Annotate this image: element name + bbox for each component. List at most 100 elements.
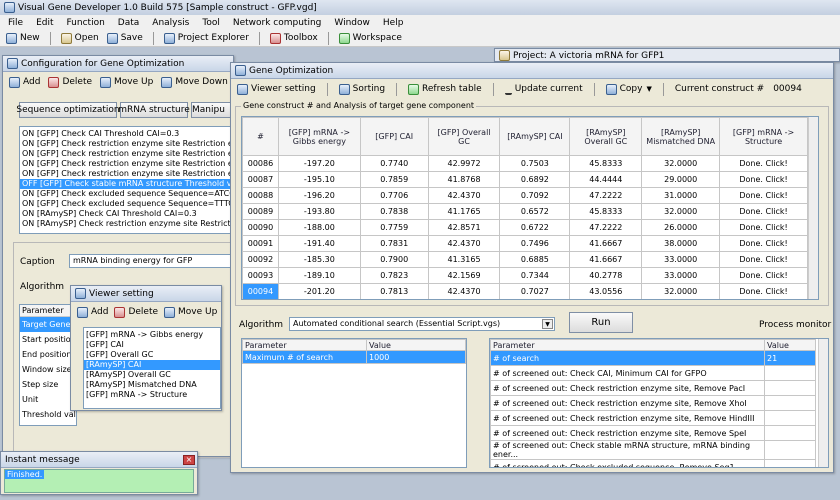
table-cell[interactable]: 42.8571 bbox=[427, 219, 501, 236]
table-cell[interactable]: Done. Click! bbox=[719, 235, 808, 252]
table-cell[interactable]: 0.7027 bbox=[499, 283, 571, 299]
param-row[interactable]: Unit bbox=[20, 392, 76, 407]
menu-tool[interactable]: Tool bbox=[202, 18, 219, 28]
viewer-setting-button[interactable]: Viewer setting bbox=[237, 83, 316, 95]
table-cell[interactable]: 32.0000 bbox=[641, 283, 721, 299]
config-move-up-button[interactable]: Move Up bbox=[100, 76, 153, 88]
table-cell[interactable]: 45.8333 bbox=[569, 155, 643, 172]
construct-number-cell[interactable]: 00087 bbox=[242, 171, 279, 188]
menu-window[interactable]: Window bbox=[334, 18, 370, 28]
table-cell[interactable]: 41.1765 bbox=[427, 203, 501, 220]
construct-number-cell[interactable]: 00091 bbox=[242, 235, 279, 252]
table-cell[interactable]: 0.7496 bbox=[499, 235, 571, 252]
rule-item-selected[interactable]: OFF [GFP] Check stable mRNA structure Th… bbox=[20, 179, 234, 189]
table-cell[interactable]: Done. Click! bbox=[719, 219, 808, 236]
table-row[interactable]: # of screened out: Check CAI, Minimum CA… bbox=[490, 365, 816, 381]
table-row[interactable]: 00090 -188.00 0.7759 42.8571 0.6722 47.2222 26… bbox=[242, 219, 808, 236]
table-cell[interactable]: 43.0556 bbox=[569, 283, 643, 299]
construct-number-cell[interactable]: 00086 bbox=[242, 155, 279, 172]
menu-analysis[interactable]: Analysis bbox=[152, 18, 189, 28]
project-window[interactable]: Project: A victoria mRNA for GFP1 bbox=[494, 48, 840, 62]
param-row-selected[interactable]: Target Gene bbox=[20, 317, 76, 332]
menu-help[interactable]: Help bbox=[383, 18, 404, 28]
table-cell[interactable]: Done. Click! bbox=[719, 171, 808, 188]
table-cell[interactable]: 0.6885 bbox=[499, 251, 571, 268]
table-cell[interactable]: 44.4444 bbox=[569, 171, 643, 188]
menu-edit[interactable]: Edit bbox=[36, 18, 53, 28]
rule-item[interactable]: ON [GFP] Check restriction enzyme site R… bbox=[20, 159, 234, 169]
param-row[interactable]: Step size bbox=[20, 377, 76, 392]
table-cell[interactable]: -197.20 bbox=[277, 155, 361, 172]
param-row[interactable]: Start position bbox=[20, 332, 76, 347]
viewer-item[interactable]: [GFP] mRNA -> Structure bbox=[84, 390, 220, 400]
table-row[interactable]: 00087 -195.10 0.7859 41.8768 0.6892 44.4444 29… bbox=[242, 171, 808, 188]
table-row[interactable]: 00094 -201.20 0.7813 42.4370 0.7027 43.0556 32… bbox=[242, 283, 808, 299]
rule-item[interactable]: ON [GFP] Check restriction enzyme site R… bbox=[20, 169, 234, 179]
construct-number-cell[interactable]: 00089 bbox=[242, 203, 279, 220]
table-row[interactable]: 00089 -193.80 0.7838 41.1765 0.6572 45.8333 32… bbox=[242, 203, 808, 220]
table-row[interactable]: # of screened out: Check restriction enz… bbox=[490, 425, 816, 441]
rule-item[interactable]: ON [GFP] Check CAI Threshold CAI=0.3 bbox=[20, 129, 234, 139]
table-row[interactable]: # of screened out: Check restriction enz… bbox=[490, 410, 816, 426]
config-move-down-button[interactable]: Move Down bbox=[161, 76, 228, 88]
viewer-items-list[interactable]: [GFP] mRNA -> Gibbs energy [GFP] CAI [GF… bbox=[83, 327, 221, 409]
rule-item[interactable]: ON [RAmySP] Check restriction enzyme sit… bbox=[20, 219, 234, 229]
column-header[interactable]: [GFP] Overall GC bbox=[427, 117, 501, 156]
table-row[interactable]: # of search 21 bbox=[490, 350, 816, 366]
rule-item[interactable]: ON [RAmySP] Check CAI Threshold CAI=0.3 bbox=[20, 209, 234, 219]
column-header[interactable]: [RAmySP] Overall GC bbox=[569, 117, 643, 156]
menu-file[interactable]: File bbox=[8, 18, 23, 28]
column-header[interactable]: [GFP] mRNA -> Structure bbox=[719, 117, 808, 156]
refresh-table-button[interactable]: Refresh table bbox=[408, 83, 482, 95]
sorting-button[interactable]: Sorting bbox=[338, 83, 385, 95]
monitor-scrollbar[interactable] bbox=[818, 339, 828, 467]
table-cell[interactable]: -193.80 bbox=[277, 203, 361, 220]
rule-item[interactable]: ON [GFP] Check excluded sequence Sequenc… bbox=[20, 199, 234, 209]
menu-network[interactable]: Network computing bbox=[233, 18, 322, 28]
rule-item[interactable]: ON [GFP] Check excluded sequence Sequenc… bbox=[20, 189, 234, 199]
save-button[interactable]: Save bbox=[106, 32, 143, 44]
table-cell[interactable]: 38.0000 bbox=[641, 235, 721, 252]
table-cell[interactable]: 0.6722 bbox=[499, 219, 571, 236]
table-cell[interactable]: 32.0000 bbox=[641, 155, 721, 172]
copy-button[interactable]: Copy ▼ bbox=[605, 83, 652, 95]
table-cell[interactable]: 0.7344 bbox=[499, 267, 571, 284]
table-cell[interactable]: 33.0000 bbox=[641, 267, 721, 284]
algorithm-select[interactable]: Automated conditional search (Essential … bbox=[289, 317, 555, 331]
table-cell[interactable]: 47.2222 bbox=[569, 187, 643, 204]
table-cell[interactable]: Done. Click! bbox=[719, 283, 808, 299]
viewer-move-up-button[interactable]: Move Up bbox=[164, 306, 217, 318]
table-row[interactable]: # of screened out: Check excluded sequen… bbox=[490, 459, 816, 467]
table-cell[interactable]: 26.0000 bbox=[641, 219, 721, 236]
table-row[interactable]: 00093 -189.10 0.7823 42.1569 0.7344 40.2778 33… bbox=[242, 267, 808, 284]
table-cell[interactable]: Done. Click! bbox=[719, 203, 808, 220]
menu-function[interactable]: Function bbox=[67, 18, 105, 28]
table-row[interactable]: 00092 -185.30 0.7900 41.3165 0.6885 41.6667 33… bbox=[242, 251, 808, 268]
table-cell[interactable]: -196.20 bbox=[277, 187, 361, 204]
construct-table-container[interactable]: # [GFP] mRNA -> Gibbs energy [GFP] CAI [… bbox=[241, 116, 819, 300]
tab-sequence-optimization[interactable]: Sequence optimization bbox=[16, 102, 120, 118]
table-cell[interactable]: Done. Click! bbox=[719, 251, 808, 268]
tab-manipulation[interactable]: Manipu bbox=[191, 102, 231, 118]
viewer-delete-button[interactable]: Delete bbox=[114, 306, 158, 318]
table-cell[interactable]: 32.0000 bbox=[641, 203, 721, 220]
viewer-item[interactable]: [RAmySP] Mismatched DNA bbox=[84, 380, 220, 390]
table-cell[interactable]: 45.8333 bbox=[569, 203, 643, 220]
config-add-button[interactable]: Add bbox=[9, 76, 40, 88]
table-cell[interactable]: 42.1569 bbox=[427, 267, 501, 284]
column-header[interactable]: [RAmySP] CAI bbox=[499, 117, 571, 156]
param-row[interactable]: Threshold val bbox=[20, 407, 76, 422]
construct-number-cell[interactable]: 00092 bbox=[242, 251, 279, 268]
chevron-down-icon[interactable]: ▼ bbox=[542, 319, 553, 329]
table-cell[interactable]: 0.7859 bbox=[359, 171, 429, 188]
table-cell[interactable]: 0.7740 bbox=[359, 155, 429, 172]
table-cell[interactable]: 41.6667 bbox=[569, 235, 643, 252]
table-cell[interactable]: 0.6572 bbox=[499, 203, 571, 220]
table-cell[interactable]: Done. Click! bbox=[719, 267, 808, 284]
caption-input[interactable]: mRNA binding energy for GFP bbox=[69, 254, 235, 268]
table-cell[interactable]: 41.8768 bbox=[427, 171, 501, 188]
column-header[interactable]: # bbox=[242, 117, 279, 156]
rule-item[interactable]: ON [GFP] Check restriction enzyme site R… bbox=[20, 149, 234, 159]
table-cell[interactable]: 0.7092 bbox=[499, 187, 571, 204]
table-cell[interactable]: 41.6667 bbox=[569, 251, 643, 268]
